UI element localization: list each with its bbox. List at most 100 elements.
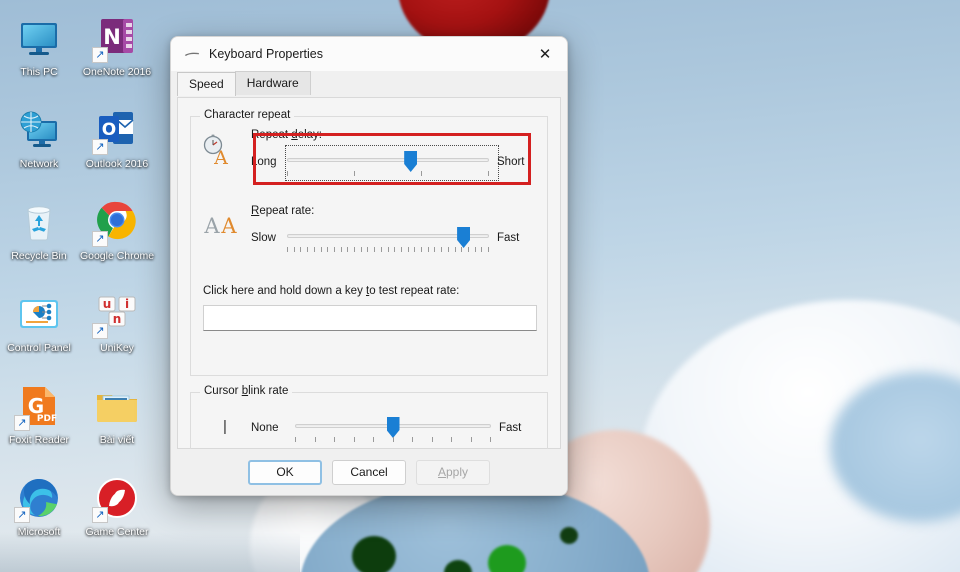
shortcut-arrow-icon: ↗: [92, 507, 108, 523]
desktop-icon-label: This PC: [20, 66, 58, 78]
repeat-rate-max-label: Fast: [497, 232, 520, 244]
svg-text:n: n: [113, 312, 122, 326]
slider-thumb[interactable]: [386, 417, 400, 438]
network-icon: [15, 106, 63, 154]
desktop-icon-bai-viet[interactable]: Bài viết: [78, 376, 156, 468]
desktop-icon-label: UniKey: [100, 342, 134, 354]
slider-tick: [481, 247, 483, 252]
slider-tick: [373, 437, 374, 442]
desktop-icon-label: Game Center: [85, 526, 149, 538]
slider-thumb[interactable]: [457, 227, 471, 248]
slider-tick: [295, 437, 296, 442]
slider-tick: [367, 247, 369, 252]
slider-tick: [353, 437, 355, 442]
desktop-icon-label: OneNote 2016: [82, 66, 152, 78]
keyboard-properties-dialog: Keyboard Properties ✕ Speed Hardware Cha…: [170, 36, 568, 496]
slider-ticks: [295, 437, 491, 443]
cancel-button[interactable]: Cancel: [332, 459, 406, 485]
slider-tick: [467, 247, 469, 252]
repeat-delay-focus-rect: [285, 145, 499, 181]
desktop-icon-grid: This PC N ↗ OneNote 2016 Network O ↗ Out…: [0, 0, 170, 572]
desktop-icon-label: Network: [19, 158, 59, 170]
desktop-icon-outlook-2016[interactable]: O ↗ Outlook 2016: [78, 100, 156, 192]
repeat-rate-label-text: Repeat rate:: [251, 205, 315, 217]
shortcut-arrow-icon: ↗: [14, 415, 30, 431]
desktop-icon-label: Outlook 2016: [85, 158, 149, 170]
test-repeat-rate-input[interactable]: [203, 305, 537, 331]
desktop-icon-label: Microsoft: [17, 526, 61, 538]
desktop-icon-row: This PC N ↗ OneNote 2016: [0, 8, 170, 100]
keyboard-icon: [183, 45, 201, 63]
svg-text:N: N: [103, 25, 121, 49]
slider-tick: [454, 247, 456, 252]
desktop-icon-unikey[interactable]: u i n ↗ UniKey: [78, 284, 156, 376]
foxit-reader-icon: G PDF ↗: [14, 382, 63, 431]
cursor-blink-slider[interactable]: [295, 415, 491, 443]
desktop-icon-network[interactable]: Network: [0, 100, 78, 192]
desktop-icon-game-center[interactable]: ↗ Game Center: [78, 468, 156, 560]
desktop-icon-recycle-bin[interactable]: Recycle Bin: [0, 192, 78, 284]
desktop-icon-google-chrome[interactable]: ↗ Google Chrome: [78, 192, 156, 284]
repeat-rate-slider[interactable]: [287, 225, 489, 253]
slider-tick: [451, 437, 452, 442]
wallpaper-green-spot: [352, 536, 396, 572]
svg-text:A: A: [213, 147, 228, 167]
dialog-tabstrip: Speed Hardware: [177, 71, 567, 96]
dialog-title: Keyboard Properties: [209, 47, 323, 61]
shortcut-arrow-icon: ↗: [92, 139, 108, 155]
ok-button[interactable]: OK: [248, 459, 322, 485]
group-title-character-repeat: Character repeat: [200, 109, 295, 121]
desktop-icon-row: ↗ Microsoft ↗ Game Center: [0, 468, 170, 560]
slider-ticks: [287, 247, 489, 253]
slider-tick: [490, 437, 491, 442]
desktop-icon-this-pc[interactable]: This PC: [0, 8, 78, 100]
repeat-delay-min-label: Long: [251, 156, 277, 168]
shortcut-arrow-icon: ↗: [92, 323, 108, 339]
desktop-icon-onenote-2016[interactable]: N ↗ OneNote 2016: [78, 8, 156, 100]
slider-tick: [314, 437, 316, 442]
dialog-titlebar[interactable]: Keyboard Properties ✕: [171, 37, 567, 71]
svg-text:O: O: [102, 120, 116, 140]
double-a-icon: A A: [201, 209, 237, 243]
slider-tick: [287, 247, 288, 252]
tab-hardware[interactable]: Hardware: [234, 71, 311, 95]
slider-tick: [407, 247, 409, 252]
slider-tick: [488, 247, 489, 252]
game-center-icon: ↗: [92, 474, 141, 523]
chrome-icon: ↗: [92, 198, 141, 247]
slider-tick: [470, 437, 472, 442]
slider-tick: [427, 247, 429, 252]
repeat-rate-min-label: Slow: [251, 232, 276, 244]
repeat-delay-max-label: Short: [497, 156, 525, 168]
desktop-icon-row: Network O ↗ Outlook 2016: [0, 100, 170, 192]
close-icon[interactable]: ✕: [523, 37, 567, 71]
svg-text:i: i: [125, 297, 129, 311]
unikey-icon: u i n ↗: [92, 290, 141, 339]
apply-button: Apply: [416, 459, 490, 485]
desktop-icon-microsoft-edge[interactable]: ↗ Microsoft: [0, 468, 78, 560]
slider-tick: [354, 247, 355, 252]
desktop-icon-row: G PDF ↗ Foxit Reader Bài viết: [0, 376, 170, 468]
slider-tick: [347, 247, 349, 252]
cursor-blink-slider-row: None Fast: [251, 415, 551, 443]
slider-tick: [412, 437, 413, 442]
slider-tick: [461, 247, 463, 252]
slider-tick: [414, 247, 416, 252]
tab-speed[interactable]: Speed: [177, 72, 236, 96]
dialog-button-bar: OK Cancel Apply: [171, 449, 567, 495]
desktop-icon-control-panel[interactable]: Control Panel: [0, 284, 78, 376]
slider-tick: [360, 247, 362, 252]
slider-tick: [392, 437, 394, 442]
slider-tick: [394, 247, 396, 252]
desktop-icon-foxit-reader[interactable]: G PDF ↗ Foxit Reader: [0, 376, 78, 468]
desktop-icon-row: Control Panel u i n ↗ UniKey: [0, 284, 170, 376]
group-title-cursor-blink: Cursor blink rate: [200, 385, 293, 397]
desktop-icon-label: Foxit Reader: [8, 434, 70, 446]
slider-tick: [320, 247, 322, 252]
slider-tick: [447, 247, 449, 252]
shortcut-arrow-icon: ↗: [92, 231, 108, 247]
recycle-bin-icon: [15, 198, 63, 246]
svg-text:A: A: [220, 214, 237, 238]
svg-text:u: u: [103, 297, 112, 311]
test-repeat-rate-label: Click here and hold down a key to test r…: [203, 285, 460, 297]
